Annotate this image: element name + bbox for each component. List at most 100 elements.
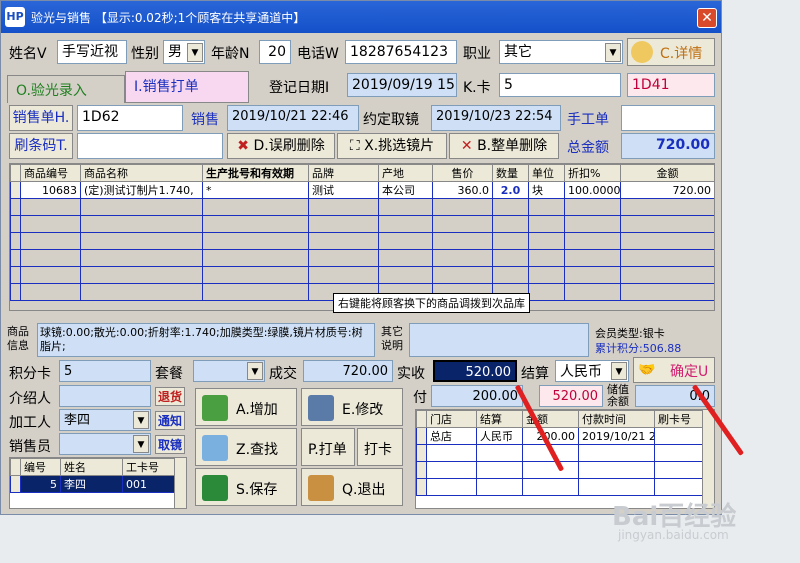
settle-dropdown-icon[interactable]: ▼ <box>611 362 627 380</box>
grid-header-cell[interactable]: 姓名 <box>60 458 123 476</box>
grid-header-cell[interactable]: 品牌 <box>308 164 379 182</box>
points-card-label: 积分卡 <box>9 366 51 382</box>
payment-log-grid[interactable]: 门店 结算 金额 付款时间 刷卡号 总店 人民币 200.00 2019/10/… <box>415 409 715 509</box>
pick-lens-button[interactable]: ⛶ X.挑选镜片 <box>337 133 447 159</box>
points-card-input[interactable]: 5 <box>59 360 151 382</box>
grid-header: 编号 姓名 工卡号 <box>10 458 175 476</box>
table-row[interactable] <box>10 249 714 267</box>
sales-order-input[interactable]: 1D62 <box>77 105 183 131</box>
seller-dropdown-icon[interactable]: ▼ <box>133 435 149 453</box>
settle-label: 结算 <box>521 366 549 382</box>
grid-header-cell[interactable]: 付款时间 <box>578 410 655 428</box>
grid-header-cell[interactable]: 折扣% <box>564 164 621 182</box>
job-dropdown-icon[interactable]: ▼ <box>605 43 621 62</box>
package-dropdown-icon[interactable]: ▼ <box>247 362 263 380</box>
delete-wrong-button[interactable]: ✖ D.误刷删除 <box>227 133 335 159</box>
grid-header-cell[interactable]: 单位 <box>528 164 565 182</box>
table-row[interactable] <box>10 232 714 250</box>
title-bar: HP 验光与销售 【显示:0.02秒;1个顾客在共享通道中】 ✕ <box>1 1 721 33</box>
grid-header: 商品编号 商品名称 生产批号和有效期 品牌 产地 售价 数量 单位 折扣% 金额 <box>10 164 714 182</box>
grid-header-cell[interactable]: 结算 <box>476 410 523 428</box>
processor-label: 加工人 <box>9 415 51 431</box>
sales-time-input[interactable]: 2019/10/21 22:46 <box>227 105 359 131</box>
grid-header-cell[interactable]: 售价 <box>432 164 493 182</box>
print-button[interactable]: P.打单 <box>301 428 355 466</box>
add-button[interactable]: A.增加 <box>195 388 297 426</box>
staff-grid[interactable]: 编号 姓名 工卡号 5 李四 001 <box>9 457 187 509</box>
pay-input[interactable]: 200.00 <box>431 385 523 407</box>
grid-header-cell[interactable]: 金额 <box>620 164 714 182</box>
edit-button[interactable]: E.修改 <box>301 388 403 426</box>
handshake-icon: 🤝 <box>638 362 656 378</box>
staff-scrollbar[interactable] <box>174 458 186 508</box>
table-row[interactable]: 总店 人民币 200.00 2019/10/21 2 <box>416 427 705 445</box>
balance-display: 520.00 <box>539 385 603 407</box>
grid-header-cell[interactable]: 商品编号 <box>20 164 81 182</box>
grid-header-cell[interactable]: 数量 <box>492 164 529 182</box>
barcode-input[interactable] <box>77 133 223 159</box>
table-row[interactable] <box>10 198 714 216</box>
table-row[interactable] <box>10 266 714 284</box>
grid-header-cell[interactable]: 产地 <box>378 164 433 182</box>
pickup-time-input[interactable]: 2019/10/23 22:54 <box>431 105 561 131</box>
magnifier-icon <box>202 435 228 461</box>
table-row[interactable] <box>416 444 705 462</box>
register-date-input[interactable]: 2019/09/19 15 <box>347 73 457 97</box>
save-button[interactable]: S.保存 <box>195 468 297 506</box>
payment-log-scrollbar[interactable] <box>702 410 714 508</box>
member-points: 累计积分:506.88 <box>595 342 682 355</box>
table-row[interactable] <box>10 215 714 233</box>
processor-dropdown-icon[interactable]: ▼ <box>133 411 149 429</box>
main-window: HP 验光与销售 【显示:0.02秒;1个顾客在共享通道中】 ✕ 姓名V 手写近… <box>0 0 722 515</box>
phone-input[interactable]: 18287654123 <box>345 40 457 64</box>
grid-header-cell[interactable]: 工卡号 <box>122 458 175 476</box>
name-label: 姓名V <box>9 46 47 62</box>
other-info-text[interactable] <box>409 323 589 357</box>
age-label: 年龄N <box>211 46 250 62</box>
grid-header-cell[interactable]: 编号 <box>20 458 61 476</box>
goods-info-text: 球镜:0.00;散光:0.00;折射率:1.740;加膜类型:绿膜,镜片材质号:… <box>37 323 375 357</box>
monitor-edit-icon <box>308 395 334 421</box>
sales-order-button[interactable]: 销售单H. <box>9 105 73 131</box>
card-input[interactable]: 5 <box>499 73 621 97</box>
table-row[interactable] <box>416 478 705 496</box>
barcode-button[interactable]: 刷条码T. <box>9 133 73 159</box>
close-button[interactable]: ✕ <box>697 8 717 28</box>
paid-input[interactable]: 520.00 <box>433 360 517 382</box>
grid-header-cell[interactable]: 刷卡号 <box>654 410 705 428</box>
pickup-button[interactable]: 取镜 <box>155 435 186 454</box>
total-amount: 720.00 <box>621 133 715 159</box>
exit-button[interactable]: Q.退出 <box>301 468 403 506</box>
package-label: 套餐 <box>155 366 183 382</box>
paid-label: 实收 <box>397 366 425 382</box>
goods-grid[interactable]: 商品编号 商品名称 生产批号和有效期 品牌 产地 售价 数量 单位 折扣% 金额… <box>9 163 715 311</box>
manual-order-label: 手工单 <box>567 112 609 128</box>
referrer-input[interactable] <box>59 385 151 407</box>
name-input[interactable]: 手写近视 <box>57 40 127 64</box>
total-label: 总金额 <box>567 140 609 156</box>
tab-optometry[interactable]: O.验光录入 <box>7 75 125 103</box>
return-button[interactable]: 退货 <box>155 387 186 406</box>
tab-sales[interactable]: I.销售打单 <box>125 71 249 103</box>
punch-button[interactable]: 打卡 <box>357 428 403 466</box>
manual-order-input[interactable] <box>621 105 715 131</box>
grid-header-cell[interactable]: 商品名称 <box>80 164 203 182</box>
confirm-button[interactable]: 🤝 确定U <box>633 357 715 383</box>
baidu-watermark-url: jingyan.baidu.com <box>618 528 729 542</box>
gender-dropdown-icon[interactable]: ▼ <box>187 43 203 62</box>
sales-time-label: 销售 <box>191 112 219 128</box>
age-input[interactable]: 20 <box>259 40 291 64</box>
grid-header-cell[interactable]: 生产批号和有效期 <box>202 164 309 182</box>
detail-button[interactable]: C.详情 <box>627 38 715 66</box>
find-button[interactable]: Z.查找 <box>195 428 297 466</box>
pay-label: 付 <box>413 390 427 406</box>
table-row[interactable]: 5 李四 001 <box>10 475 175 493</box>
grid-header-cell[interactable]: 门店 <box>426 410 477 428</box>
table-row[interactable]: 10683 (定)测试订制片1.740, * 测试 本公司 360.0 2.0 … <box>10 181 714 199</box>
delete-all-button[interactable]: ✕ B.整单删除 <box>449 133 559 159</box>
stored-label: 储值余额 <box>607 383 629 408</box>
job-label: 职业 <box>463 46 491 62</box>
notify-button[interactable]: 通知 <box>155 411 186 430</box>
cross-icon: ✕ <box>460 138 473 154</box>
pencil-icon <box>202 395 228 421</box>
